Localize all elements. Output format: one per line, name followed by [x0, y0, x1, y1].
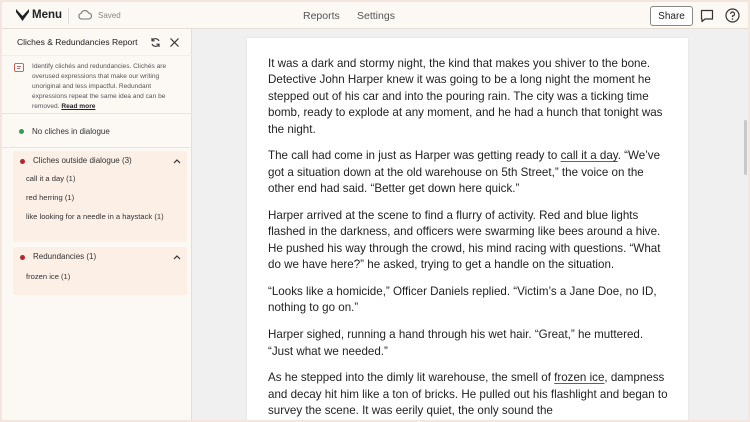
- cloud-sync-icon: [78, 10, 92, 20]
- chevron-up-icon[interactable]: [173, 254, 181, 260]
- status-dot-green: [19, 129, 24, 134]
- cliches-outside-header[interactable]: Cliches outside dialogue (3): [33, 156, 132, 165]
- cliche-item[interactable]: like looking for a needle in a haystack …: [26, 212, 164, 221]
- saved-status: Saved: [98, 11, 121, 20]
- close-icon[interactable]: [169, 37, 180, 48]
- scrollbar-thumb[interactable]: [744, 120, 747, 175]
- top-bar: Menu Saved Reports Settings Share: [2, 2, 748, 29]
- report-info-icon: [14, 63, 24, 72]
- menu-button[interactable]: Menu: [32, 9, 62, 21]
- nav-reports[interactable]: Reports: [303, 10, 340, 22]
- redundancies-card: Redundancies (1) frozen ice (1): [13, 247, 187, 295]
- logo-icon[interactable]: [16, 9, 29, 21]
- divider: [2, 113, 192, 114]
- comment-icon[interactable]: [700, 9, 714, 23]
- divider: [68, 8, 69, 24]
- sidebar-title: Cliches & Redundancies Report: [17, 37, 138, 47]
- text-span: As he stepped into the dimly lit warehou…: [268, 371, 555, 385]
- redundancy-item[interactable]: frozen ice (1): [26, 272, 70, 281]
- cliche-item[interactable]: red herring (1): [26, 193, 74, 202]
- cliches-outside-card: Cliches outside dialogue (3) call it a d…: [13, 151, 187, 242]
- help-icon[interactable]: [725, 8, 740, 23]
- paragraph: Harper arrived at the scene to find a fl…: [268, 209, 661, 272]
- editor-area: It was a dark and stormy night, the kind…: [193, 30, 739, 420]
- app-window: Menu Saved Reports Settings Share Cliche…: [2, 2, 748, 420]
- paragraph: As he stepped into the dimly lit warehou…: [268, 370, 670, 419]
- paragraph: The call had come in just as Harper was …: [268, 148, 670, 197]
- document-text[interactable]: It was a dark and stormy night, the kind…: [268, 56, 670, 420]
- redundancy-highlight[interactable]: frozen ice: [554, 371, 604, 384]
- status-dot-red: [20, 159, 25, 164]
- report-description: Identify clichés and redundancies. Clich…: [32, 62, 184, 112]
- paragraph: It was a dark and stormy night, the kind…: [268, 57, 663, 136]
- cliche-item[interactable]: call it a day (1): [26, 174, 75, 183]
- paragraph: “Looks like a homicide,” Officer Daniels…: [268, 285, 657, 315]
- scrollbar[interactable]: [742, 30, 748, 420]
- paragraph: Harper sighed, running a hand through hi…: [268, 328, 644, 358]
- cliche-highlight[interactable]: call it a day: [561, 149, 618, 162]
- dialogue-status: No cliches in dialogue: [32, 127, 110, 136]
- nav-settings[interactable]: Settings: [357, 10, 395, 22]
- divider: [2, 147, 192, 148]
- text-span: The call had come in just as Harper was …: [268, 149, 561, 163]
- report-sidebar: Cliches & Redundancies Report Identify c…: [2, 29, 192, 420]
- chevron-up-icon[interactable]: [173, 158, 181, 164]
- refresh-icon[interactable]: [150, 37, 161, 48]
- read-more-link[interactable]: Read more: [61, 103, 95, 110]
- description-text: Identify clichés and redundancies. Clich…: [32, 63, 167, 110]
- share-button[interactable]: Share: [650, 6, 693, 26]
- status-dot-red: [20, 255, 25, 260]
- document-page[interactable]: It was a dark and stormy night, the kind…: [247, 38, 688, 420]
- sidebar-header: Cliches & Redundancies Report: [2, 29, 192, 56]
- redundancies-header[interactable]: Redundancies (1): [33, 252, 96, 261]
